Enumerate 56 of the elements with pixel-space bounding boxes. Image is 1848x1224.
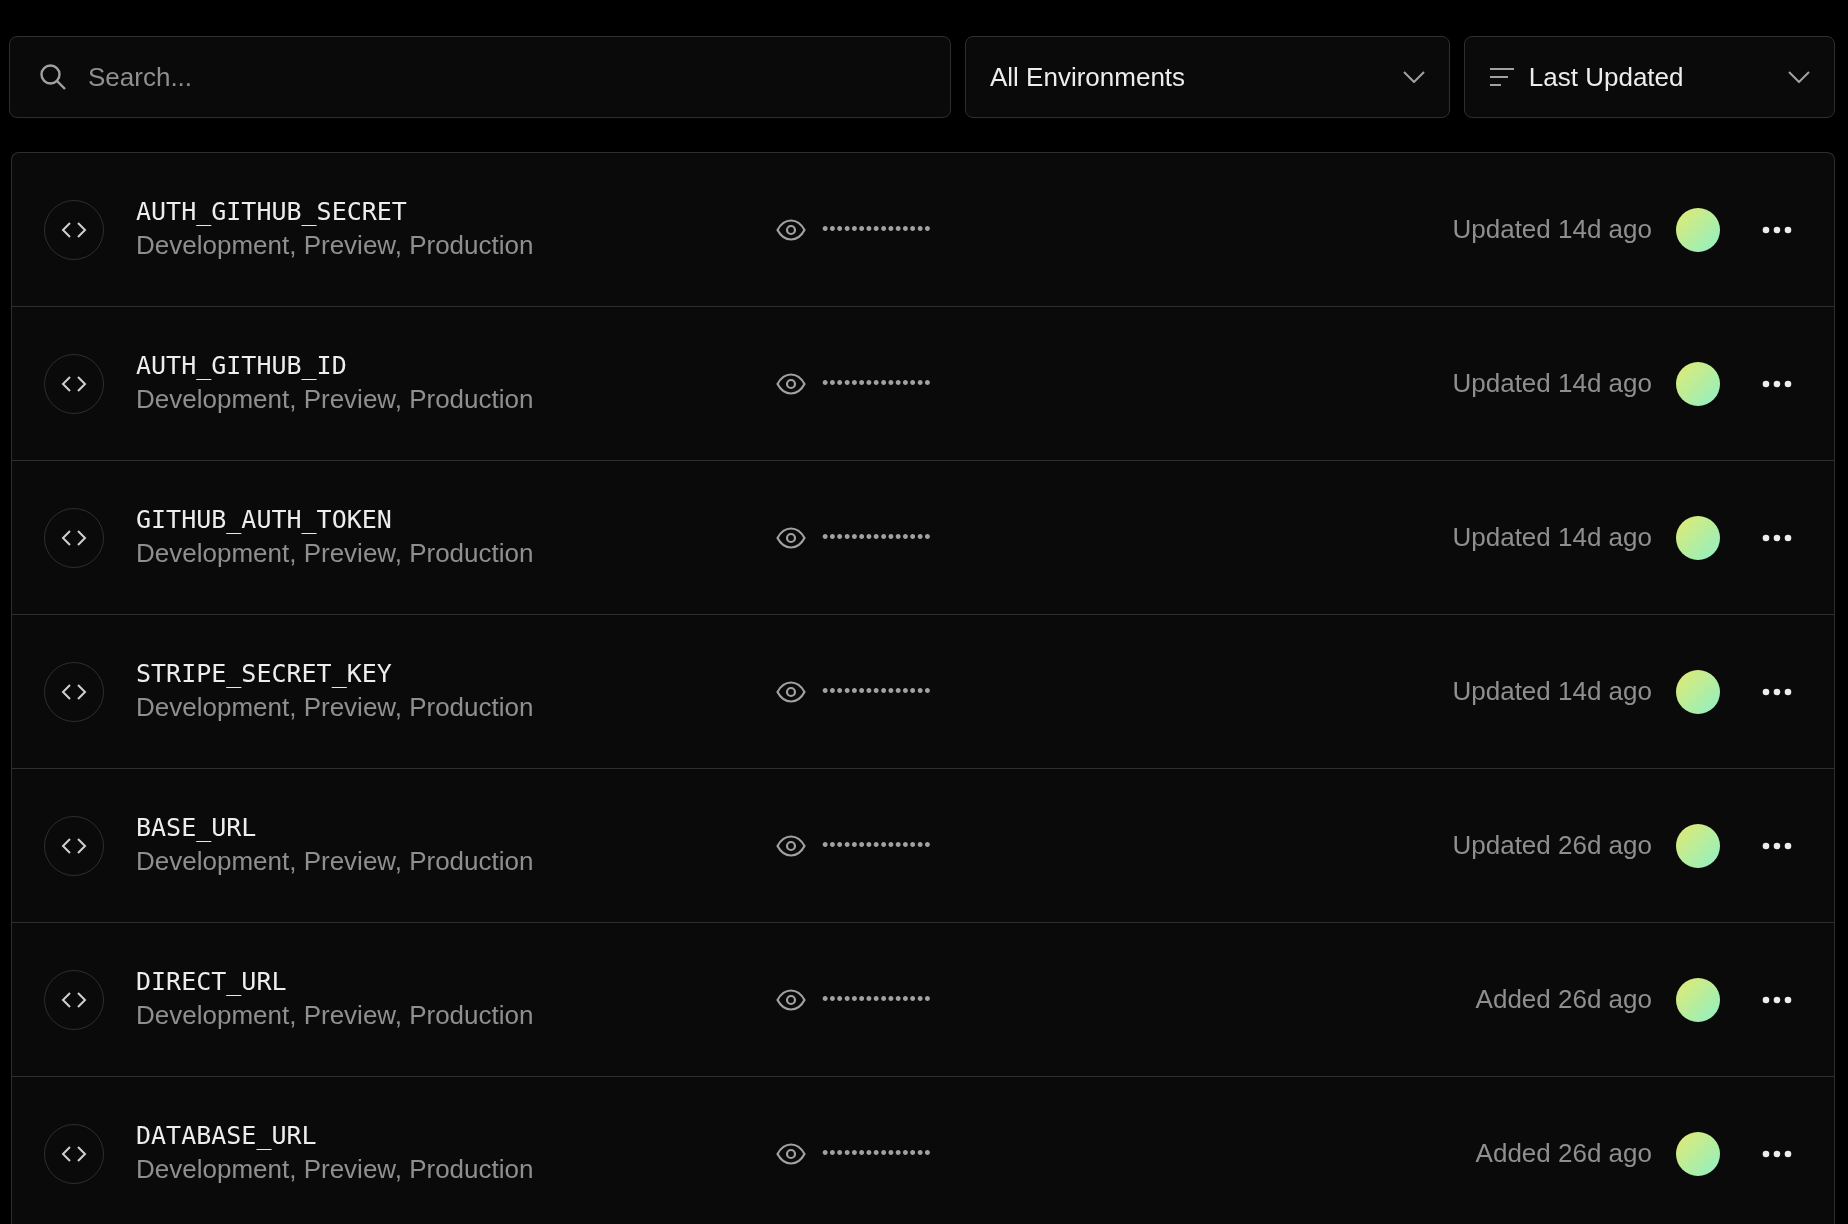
ellipsis-icon [1762, 533, 1792, 542]
ellipsis-icon [1762, 841, 1792, 850]
environment-list: Development, Preview, Production [136, 536, 776, 572]
masked-value: ••••••••••••••• [822, 218, 932, 241]
ellipsis-icon [1762, 225, 1792, 234]
variable-name: DIRECT_URL [136, 965, 288, 998]
ellipsis-icon [1762, 1149, 1792, 1158]
variable-name: AUTH_GITHUB_ID [136, 349, 348, 382]
eye-icon[interactable] [776, 834, 806, 857]
eye-icon[interactable] [776, 526, 806, 549]
variable-name: GITHUB_AUTH_TOKEN [136, 503, 393, 536]
masked-value: ••••••••••••••• [822, 526, 932, 549]
avatar [1676, 1131, 1720, 1176]
updated-time: Added 26d ago [1475, 983, 1652, 1016]
variable-name: STRIPE_SECRET_KEY [136, 657, 393, 690]
updated-time: Updated 14d ago [1452, 521, 1652, 554]
masked-value: ••••••••••••••• [822, 834, 932, 857]
environment-list: Development, Preview, Production [136, 690, 776, 726]
avatar [1676, 669, 1720, 714]
avatar [1676, 207, 1720, 252]
chevron-down-icon [1788, 71, 1810, 83]
updated-time: Updated 14d ago [1452, 367, 1652, 400]
updated-time: Updated 26d ago [1452, 829, 1652, 862]
variable-name: BASE_URL [136, 811, 258, 844]
avatar [1676, 361, 1720, 406]
masked-value: ••••••••••••••• [822, 988, 932, 1011]
updated-time: Updated 14d ago [1452, 213, 1652, 246]
masked-value: ••••••••••••••• [822, 372, 932, 395]
variable-name: DATABASE_URL [136, 1119, 318, 1152]
avatar [1676, 515, 1720, 560]
chevron-down-icon [1402, 71, 1425, 83]
environment-list: Development, Preview, Production [136, 382, 776, 418]
search-field[interactable]: Search... [9, 36, 951, 118]
environment-list: Development, Preview, Production [136, 1152, 776, 1188]
updated-time: Added 26d ago [1475, 1137, 1652, 1170]
code-icon [44, 815, 104, 876]
environment-dropdown[interactable]: All Environments [965, 36, 1450, 118]
ellipsis-icon [1762, 379, 1792, 388]
ellipsis-icon [1762, 995, 1792, 1004]
eye-icon[interactable] [776, 988, 806, 1011]
environment-list: Development, Preview, Production [136, 844, 776, 880]
masked-value: ••••••••••••••• [822, 1142, 932, 1165]
ellipsis-icon [1762, 687, 1792, 696]
masked-value: ••••••••••••••• [822, 680, 932, 703]
sort-lines-icon [1488, 67, 1515, 87]
eye-icon[interactable] [776, 1142, 806, 1165]
variable-name: AUTH_GITHUB_SECRET [136, 195, 408, 228]
updated-time: Updated 14d ago [1452, 675, 1652, 708]
eye-icon[interactable] [776, 372, 806, 395]
avatar [1676, 823, 1720, 868]
sort-dropdown[interactable]: Last Updated [1463, 36, 1835, 118]
environment-list: Development, Preview, Production [136, 228, 776, 264]
avatar [1676, 977, 1720, 1022]
environment-list: Development, Preview, Production [136, 998, 776, 1034]
eye-icon[interactable] [776, 218, 806, 241]
eye-icon[interactable] [776, 680, 806, 703]
